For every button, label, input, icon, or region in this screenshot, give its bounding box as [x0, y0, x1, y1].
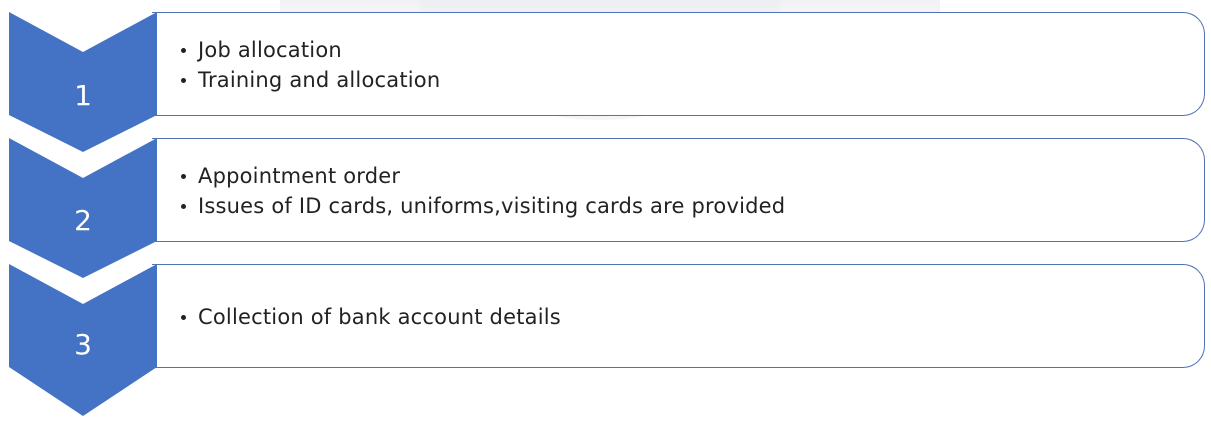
process-diagram: Job allocation Training and allocation A…: [0, 0, 1211, 421]
step-chevrons: 1 2 3: [9, 12, 157, 416]
step-2-card: Appointment order Issues of ID cards, un…: [152, 138, 1205, 242]
step-1-bullet-1: Job allocation: [180, 35, 440, 65]
step-1-bullet-2: Training and allocation: [180, 65, 440, 95]
step-2-bullet-1: Appointment order: [180, 161, 785, 191]
step-3-bullets: Collection of bank account details: [152, 302, 561, 332]
step-3-number: 3: [74, 328, 92, 361]
step-3-bullet-1: Collection of bank account details: [181, 302, 561, 332]
step-1-number: 1: [74, 79, 92, 112]
step-3-card: Collection of bank account details: [152, 264, 1205, 368]
step-2-bullet-2: Issues of ID cards, uniforms,visiting ca…: [180, 191, 785, 221]
step-2-bullets: Appointment order Issues of ID cards, un…: [152, 161, 785, 221]
step-2-number: 2: [74, 204, 92, 237]
step-1-card: Job allocation Training and allocation: [152, 12, 1205, 116]
